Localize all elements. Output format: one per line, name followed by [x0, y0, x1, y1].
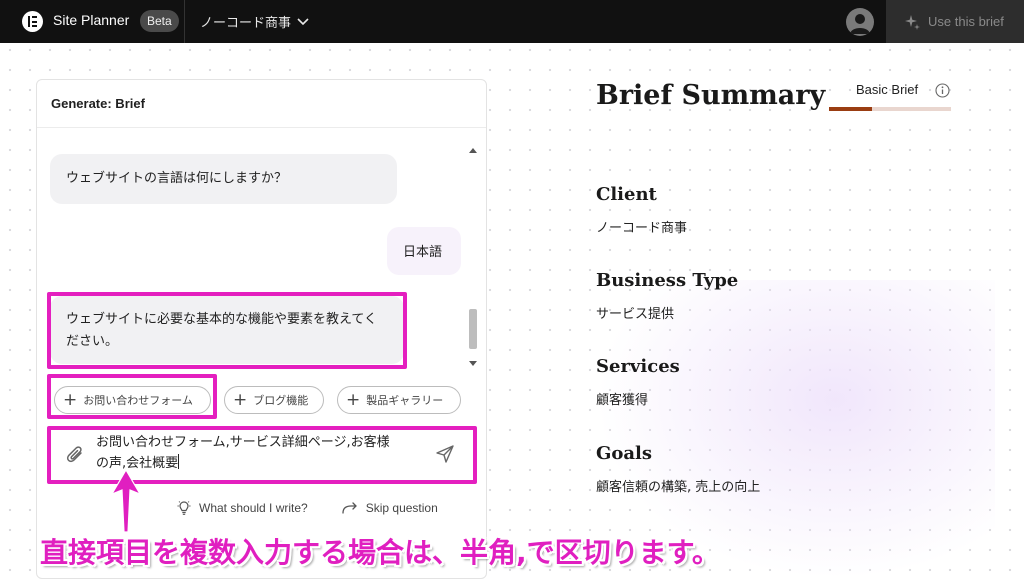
annotation-caption: 直接項目を複数入力する場合は、半角,で区切ります。: [40, 536, 720, 569]
suggestion-chip-gallery[interactable]: + 製品ギャラリー: [337, 386, 461, 414]
info-icon[interactable]: [935, 83, 950, 98]
scroll-thumb[interactable]: [469, 309, 477, 349]
chat-scrollbar[interactable]: [467, 142, 479, 366]
goals-value: 顧客信頼の構築, 売上の向上: [596, 480, 761, 495]
suggestion-label: お問い合わせフォーム: [83, 394, 193, 407]
brief-progress-fill: [829, 107, 872, 111]
client-label: Client: [596, 184, 657, 205]
chat-panel: Generate: Brief ウェブサイトの言語は何にしますか？ 日本語 ウェ…: [36, 79, 487, 579]
brief-progress-bar: [829, 107, 951, 111]
summary-title: Brief Summary: [596, 80, 826, 111]
services-value: 顧客獲得: [596, 393, 649, 408]
what-should-i-write-label: What should I write?: [199, 501, 308, 515]
goals-label: Goals: [596, 443, 653, 464]
annotation-arrow-icon: [110, 468, 142, 533]
client-value: ノーコード商事: [596, 221, 688, 236]
app-title: Site Planner: [53, 12, 130, 28]
chat-footer-actions: What should I write? Skip question: [177, 500, 438, 516]
scroll-up-arrow-icon[interactable]: [469, 148, 477, 153]
suggestion-label: ブログ機能: [253, 394, 309, 407]
project-selector[interactable]: ノーコード商事: [200, 12, 309, 31]
suggestion-chip-blog[interactable]: + ブログ機能: [224, 386, 324, 414]
services-label: Services: [596, 356, 680, 377]
paperclip-icon[interactable]: [66, 444, 86, 466]
plus-icon: +: [233, 389, 248, 410]
suggestion-label: 製品ギャラリー: [366, 394, 444, 407]
user-avatar-icon[interactable]: [846, 8, 874, 36]
top-bar: Site Planner Beta ノーコード商事 Use this brief: [0, 0, 1024, 43]
plus-icon: +: [63, 389, 78, 410]
send-icon[interactable]: [435, 444, 455, 464]
business-type-value: サービス提供: [596, 307, 675, 322]
skip-question-label: Skip question: [365, 501, 438, 515]
bot-message: ウェブサイトの言語は何にしますか？: [50, 154, 397, 204]
plus-icon: +: [346, 389, 361, 410]
project-name: ノーコード商事: [200, 16, 292, 31]
use-this-brief-label: Use this brief: [928, 14, 1004, 29]
sparkle-icon: [905, 14, 920, 30]
use-this-brief-button[interactable]: Use this brief: [886, 0, 1024, 43]
suggestion-chip-contact-form[interactable]: + お問い合わせフォーム: [54, 386, 211, 414]
bot-message: ウェブサイトに必要な基本的な機能や要素を教えてください。: [50, 296, 404, 364]
scroll-down-arrow-icon[interactable]: [469, 361, 477, 366]
topbar-divider: [184, 0, 185, 43]
elementor-logo-icon[interactable]: [22, 11, 43, 32]
skip-question-button[interactable]: Skip question: [342, 500, 438, 516]
lightbulb-icon: [177, 501, 191, 515]
user-message: 日本語: [387, 227, 461, 275]
panel-title: Generate: Brief: [37, 80, 486, 128]
skip-arrow-icon: [342, 502, 357, 514]
beta-badge: Beta: [140, 10, 179, 32]
chevron-down-icon: [297, 17, 309, 25]
tab-basic-brief[interactable]: Basic Brief: [856, 82, 918, 97]
what-should-i-write-button[interactable]: What should I write?: [177, 500, 308, 516]
business-type-label: Business Type: [596, 270, 739, 291]
